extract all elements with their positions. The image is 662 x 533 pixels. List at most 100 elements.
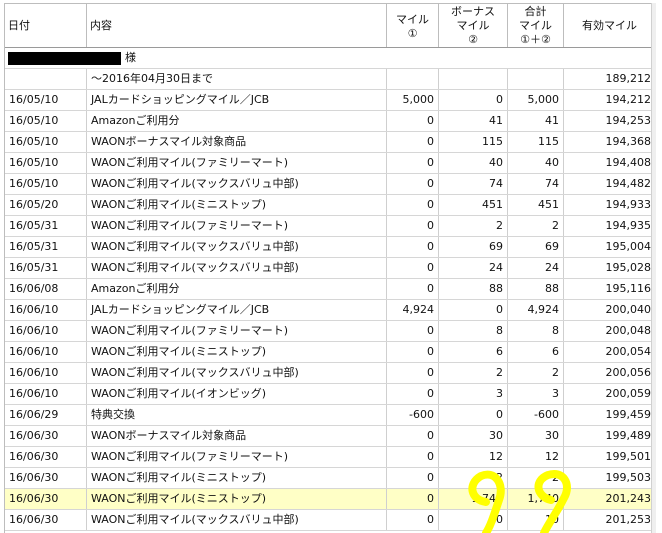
row-total-miles: 115 bbox=[508, 132, 564, 152]
table-row: 16/06/10 JALカードショッピングマイル／JCB 4,924 0 4,924 20… bbox=[5, 300, 655, 321]
row-total-miles: 2 bbox=[508, 363, 564, 383]
row-miles: 0 bbox=[387, 153, 439, 173]
row-date: 16/05/10 bbox=[5, 132, 87, 152]
table-row: 16/05/20 WAONご利用マイル(ミニストップ) 0 451 451 194,933 bbox=[5, 195, 655, 216]
row-bonus-miles: 69 bbox=[439, 237, 508, 257]
row-description: Amazonご利用分 bbox=[87, 279, 387, 299]
row-date: 16/06/30 bbox=[5, 489, 87, 509]
row-bonus-miles: 41 bbox=[439, 111, 508, 131]
row-description: WAONご利用マイル(ファミリーマート) bbox=[87, 447, 387, 467]
row-effective-miles: 194,482 bbox=[605, 177, 652, 190]
row-total-miles: 10 bbox=[508, 510, 564, 530]
table-row: 16/06/30 WAONご利用マイル(ミニストップ) 0 2 2 199,503 bbox=[5, 468, 655, 489]
row-total-miles: 1,740 bbox=[508, 489, 564, 509]
row-total-miles: 4,924 bbox=[508, 300, 564, 320]
row-description: WAONご利用マイル(イオンビッグ) bbox=[87, 384, 387, 404]
row-effective-miles: 200,054 bbox=[605, 345, 652, 358]
row-description: WAONご利用マイル(ミニストップ) bbox=[87, 468, 387, 488]
row-description: 特典交換 bbox=[87, 405, 387, 425]
row-miles: -600 bbox=[387, 405, 439, 425]
row-description: WAONご利用マイル(ファミリーマート) bbox=[87, 321, 387, 341]
vertical-scrollbar[interactable] bbox=[651, 3, 656, 533]
header-effective-miles: 有効マイル bbox=[582, 18, 637, 32]
header-total-miles: 合計 マイル ①＋② bbox=[508, 4, 564, 47]
table-row: 16/06/10 WAONご利用マイル(マックスバリュ中部) 0 2 2 200,056 bbox=[5, 363, 655, 384]
row-effective-miles: 194,253 bbox=[605, 114, 652, 127]
row-miles: 0 bbox=[387, 363, 439, 383]
row-bonus-miles: 3 bbox=[439, 384, 508, 404]
row-description: WAONご利用マイル(ファミリーマート) bbox=[87, 153, 387, 173]
row-description: WAONご利用マイル(マックスバリュ中部) bbox=[87, 363, 387, 383]
table-row: 16/06/10 WAONご利用マイル(ファミリーマート) 0 8 8 200,048 bbox=[5, 321, 655, 342]
row-date: 16/05/31 bbox=[5, 258, 87, 278]
row-effective-miles: 200,040 bbox=[605, 303, 652, 316]
opening-balance-label: ～2016年04月30日まで bbox=[87, 69, 387, 89]
row-bonus-miles: 12 bbox=[439, 447, 508, 467]
table-row: 16/06/10 WAONご利用マイル(ミニストップ) 0 6 6 200,054 bbox=[5, 342, 655, 363]
row-total-miles: 40 bbox=[508, 153, 564, 173]
opening-balance-row: ～2016年04月30日まで 189,212 bbox=[5, 69, 655, 90]
row-miles: 5,000 bbox=[387, 90, 439, 110]
row-description: WAONご利用マイル(ミニストップ) bbox=[87, 195, 387, 215]
table-row: 16/05/31 WAONご利用マイル(マックスバリュ中部) 0 24 24 195,02… bbox=[5, 258, 655, 279]
row-date: 16/05/10 bbox=[5, 153, 87, 173]
row-miles: 0 bbox=[387, 132, 439, 152]
row-bonus-miles: 8 bbox=[439, 321, 508, 341]
row-effective-miles: 200,056 bbox=[605, 366, 652, 379]
table-row: 16/05/10 Amazonご利用分 0 41 41 194,253 bbox=[5, 111, 655, 132]
row-description: WAONご利用マイル(マックスバリュ中部) bbox=[87, 174, 387, 194]
row-effective-miles: 200,059 bbox=[605, 387, 652, 400]
row-date: 16/06/30 bbox=[5, 426, 87, 446]
row-description: WAONボーナスマイル対象商品 bbox=[87, 132, 387, 152]
row-miles: 0 bbox=[387, 447, 439, 467]
header-miles: マイル ① bbox=[387, 4, 439, 47]
row-miles: 0 bbox=[387, 321, 439, 341]
row-total-miles: 8 bbox=[508, 321, 564, 341]
row-total-miles: 3 bbox=[508, 384, 564, 404]
header-bonus-miles: ボーナス マイル ② bbox=[439, 4, 508, 47]
row-miles: 0 bbox=[387, 258, 439, 278]
row-date: 16/06/10 bbox=[5, 300, 87, 320]
row-date: 16/06/30 bbox=[5, 468, 87, 488]
row-effective-miles: 199,501 bbox=[605, 450, 652, 463]
mileage-history-grid: 日付 内容 マイル ① ボーナス マイル ② 合計 マイル ①＋② 有効マイル 様 ～20… bbox=[4, 3, 655, 533]
row-description: WAONボーナスマイル対象商品 bbox=[87, 426, 387, 446]
row-bonus-miles: 74 bbox=[439, 174, 508, 194]
row-total-miles: 30 bbox=[508, 426, 564, 446]
row-date: 16/06/10 bbox=[5, 384, 87, 404]
row-bonus-miles: 1,740 bbox=[439, 489, 508, 509]
row-total-miles: 2 bbox=[508, 468, 564, 488]
table-row: 16/06/10 WAONご利用マイル(イオンビッグ) 0 3 3 200,059 bbox=[5, 384, 655, 405]
row-bonus-miles: 10 bbox=[439, 510, 508, 530]
table-row: 16/06/08 Amazonご利用分 0 88 88 195,116 bbox=[5, 279, 655, 300]
row-date: 16/06/10 bbox=[5, 321, 87, 341]
row-description: WAONご利用マイル(ミニストップ) bbox=[87, 489, 387, 509]
row-bonus-miles: 0 bbox=[439, 405, 508, 425]
row-effective-miles: 194,368 bbox=[605, 135, 652, 148]
row-date: 16/06/08 bbox=[5, 279, 87, 299]
row-date: 16/06/10 bbox=[5, 363, 87, 383]
row-bonus-miles: 40 bbox=[439, 153, 508, 173]
table-row: 16/05/31 WAONご利用マイル(ファミリーマート) 0 2 2 194,935 bbox=[5, 216, 655, 237]
row-bonus-miles: 30 bbox=[439, 426, 508, 446]
table-row: 16/05/10 WAONボーナスマイル対象商品 0 115 115 194,368 bbox=[5, 132, 655, 153]
row-effective-miles: 199,503 bbox=[605, 471, 652, 484]
row-date: 16/05/31 bbox=[5, 216, 87, 236]
row-effective-miles: 194,408 bbox=[605, 156, 652, 169]
row-bonus-miles: 0 bbox=[439, 300, 508, 320]
row-bonus-miles: 451 bbox=[439, 195, 508, 215]
row-bonus-miles: 2 bbox=[439, 468, 508, 488]
row-total-miles: 12 bbox=[508, 447, 564, 467]
redacted-name bbox=[8, 51, 121, 65]
row-effective-miles: 195,004 bbox=[605, 240, 652, 253]
row-miles: 0 bbox=[387, 174, 439, 194]
row-total-miles: 451 bbox=[508, 195, 564, 215]
account-name: 様 bbox=[5, 48, 655, 68]
row-date: 16/05/20 bbox=[5, 195, 87, 215]
opening-balance-value: 189,212 bbox=[605, 72, 652, 85]
row-bonus-miles: 88 bbox=[439, 279, 508, 299]
table-row: 16/06/29 特典交換 -600 0 -600 199,459 bbox=[5, 405, 655, 426]
table-row: 16/05/10 WAONご利用マイル(ファミリーマート) 0 40 40 194,408 bbox=[5, 153, 655, 174]
row-bonus-miles: 0 bbox=[439, 90, 508, 110]
table-row: 16/06/30 WAONご利用マイル(マックスバリュ中部) 0 10 10 201,25… bbox=[5, 510, 655, 531]
